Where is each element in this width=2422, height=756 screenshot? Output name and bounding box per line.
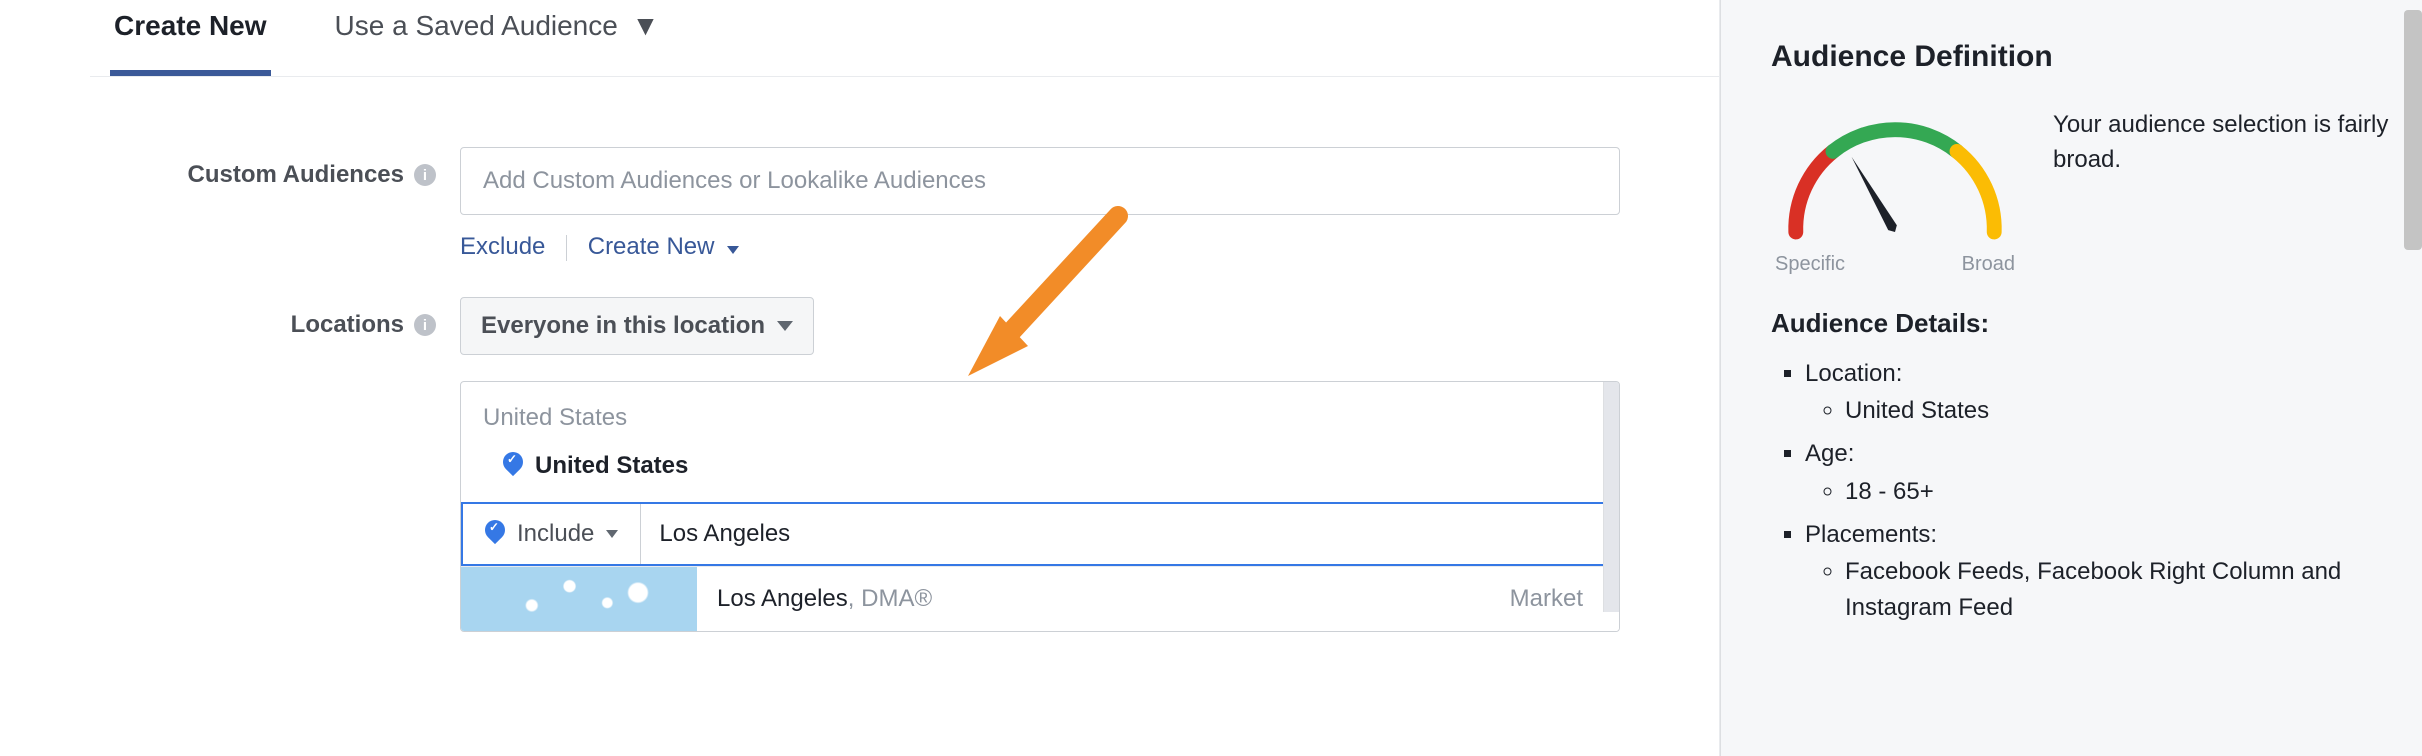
- location-mode-label: Everyone in this location: [481, 312, 765, 340]
- map-thumbnail: [461, 567, 697, 631]
- tab-saved-audience[interactable]: Use a Saved Audience ▼: [331, 10, 664, 70]
- audience-summary-text: Your audience selection is fairly broad.: [2053, 108, 2392, 178]
- locations-box: United States United States Include: [460, 381, 1620, 632]
- suggestion-name: Los Angeles: [717, 585, 848, 612]
- detail-age-value: 18 - 65+: [1845, 474, 2392, 510]
- divider: [566, 235, 567, 261]
- tab-saved-audience-label: Use a Saved Audience: [335, 10, 618, 41]
- info-icon[interactable]: i: [414, 314, 436, 336]
- detail-placements-label: Placements:: [1805, 521, 1937, 548]
- location-search-row: Include: [461, 502, 1619, 566]
- location-suggestion-row[interactable]: Los Angeles, DMA® Market: [461, 566, 1619, 631]
- custom-audiences-label: Custom Audiences: [188, 161, 404, 189]
- pin-check-icon: [485, 520, 505, 548]
- caret-down-icon: [606, 530, 618, 538]
- gauge-specific-label: Specific: [1775, 253, 1845, 276]
- location-selected-country[interactable]: United States: [461, 442, 1619, 502]
- caret-down-icon: [727, 246, 739, 254]
- custom-audiences-input[interactable]: [460, 147, 1620, 215]
- locations-label: Locations: [291, 311, 404, 339]
- location-mode-dropdown[interactable]: Everyone in this location: [460, 297, 814, 355]
- tab-create-new[interactable]: Create New: [110, 10, 271, 76]
- audience-gauge: Specific Broad: [1771, 108, 2019, 268]
- scrollbar[interactable]: [1603, 382, 1619, 612]
- create-new-link[interactable]: Create New: [588, 233, 739, 260]
- location-include-label: Include: [517, 520, 594, 548]
- pin-check-icon: [503, 452, 523, 480]
- location-include-dropdown[interactable]: Include: [463, 504, 641, 564]
- suggestion-suffix: , DMA®: [848, 585, 932, 612]
- detail-location-label: Location:: [1805, 360, 1902, 387]
- audience-details-list: Location: United States Age: 18 - 65+ Pl…: [1771, 355, 2392, 626]
- location-search-input[interactable]: [641, 504, 1617, 564]
- info-icon[interactable]: i: [414, 164, 436, 186]
- audience-details-title: Audience Details:: [1771, 308, 2392, 339]
- caret-down-icon: ▼: [632, 10, 660, 41]
- gauge-broad-label: Broad: [1962, 253, 2015, 276]
- audience-definition-title: Audience Definition: [1771, 40, 2392, 74]
- location-group-header: United States: [461, 382, 1619, 442]
- detail-age-label: Age:: [1805, 440, 1854, 467]
- caret-down-icon: [777, 321, 793, 331]
- location-country-label: United States: [535, 452, 688, 480]
- tab-create-new-label: Create New: [114, 10, 267, 41]
- audience-tabs: Create New Use a Saved Audience ▼: [90, 0, 1719, 77]
- create-new-link-label: Create New: [588, 233, 715, 260]
- exclude-link[interactable]: Exclude: [460, 233, 545, 260]
- detail-placements-value: Facebook Feeds, Facebook Right Column an…: [1845, 554, 2392, 626]
- detail-location-value: United States: [1845, 393, 2392, 429]
